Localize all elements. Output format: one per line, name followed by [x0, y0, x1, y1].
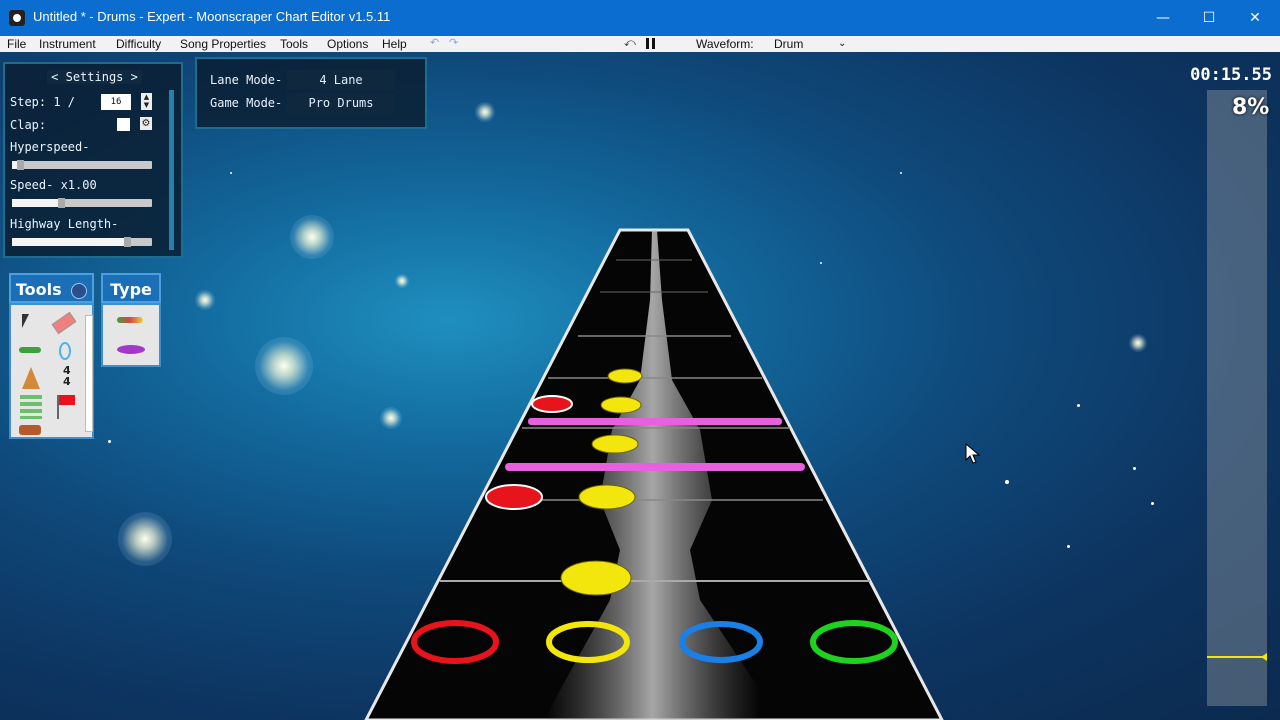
tools-box: 4 4 [9, 303, 94, 439]
red-note [485, 484, 543, 510]
hyperspeed-label: Hyperspeed- [10, 140, 90, 154]
tools-scrollbar[interactable] [85, 315, 93, 432]
mouse-cursor-icon [965, 443, 981, 464]
tools-title: Tools [15, 280, 62, 299]
cymbal-type-icon[interactable] [117, 345, 145, 354]
lane-mode-label: Lane Mode- [210, 73, 283, 87]
mode-panel: Lane Mode- 4 Lane Game Mode- Pro Drums [195, 57, 427, 129]
clap-label: Clap: [10, 118, 47, 132]
step-label: Step: 1 / [10, 95, 76, 109]
step-stepper[interactable]: ▲ ▼ [141, 93, 152, 110]
clap-checkbox[interactable] [117, 118, 130, 131]
lane-mode-select[interactable]: 4 Lane [287, 70, 395, 90]
eraser-icon[interactable] [51, 311, 77, 335]
settings-scrollbar[interactable] [169, 90, 174, 250]
slider-handle[interactable] [58, 198, 65, 208]
game-mode-label: Game Mode- [210, 96, 283, 110]
yellow-note [560, 560, 632, 596]
gear-icon[interactable]: ⚙ [140, 117, 152, 130]
progress-percent: 8% [1232, 95, 1270, 120]
note-icon[interactable] [19, 347, 41, 353]
highway-length-slider[interactable] [12, 237, 152, 247]
note-type-icon[interactable] [117, 317, 143, 323]
globe-icon [71, 282, 88, 299]
kick-note [505, 463, 805, 471]
tools-tab[interactable]: Tools [9, 273, 94, 303]
progress-handle-icon[interactable] [1261, 652, 1267, 661]
game-mode-select[interactable]: Pro Drums [287, 93, 395, 113]
step-input[interactable]: 16 [101, 94, 131, 110]
timesig-icon[interactable]: 4 4 [63, 365, 71, 387]
bpm-icon[interactable] [59, 342, 71, 360]
yellow-note [578, 484, 636, 510]
playback-time: 00:15.55 [1190, 65, 1272, 85]
hyperspeed-slider[interactable] [12, 160, 152, 170]
type-tab[interactable]: Type [101, 273, 161, 303]
yellow-note [600, 396, 642, 414]
section-flag-icon[interactable] [59, 395, 75, 405]
slider-fill [12, 199, 61, 207]
speed-label: Speed- x1.00 [10, 178, 97, 192]
metronome-icon[interactable] [22, 367, 40, 389]
highway-length-label: Highway Length- [10, 217, 119, 231]
cursor-icon[interactable] [22, 314, 29, 328]
settings-header[interactable]: < Settings > [47, 70, 142, 84]
drum-icon[interactable] [19, 425, 41, 435]
yellow-note [607, 368, 643, 384]
slider-handle[interactable] [17, 160, 25, 170]
type-box [101, 303, 161, 367]
event-icon[interactable] [20, 395, 42, 419]
settings-panel: < Settings > Step: 1 / 16 ▲ ▼ Clap: ⚙ Hyp… [3, 62, 183, 258]
slider-handle[interactable] [123, 237, 131, 247]
progress-marker[interactable] [1207, 655, 1267, 658]
yellow-note [591, 434, 639, 454]
kick-note [528, 418, 782, 425]
song-progress-bar[interactable] [1207, 90, 1267, 706]
red-note [531, 395, 573, 413]
note-highway[interactable] [0, 0, 1280, 720]
slider-fill [12, 238, 127, 246]
speed-slider[interactable] [12, 198, 152, 208]
